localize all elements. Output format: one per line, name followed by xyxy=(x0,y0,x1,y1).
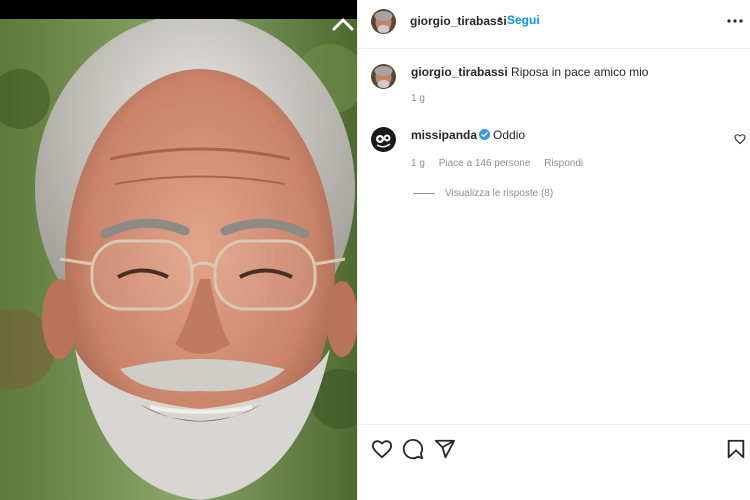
post-photo-panel xyxy=(0,0,357,500)
post-header: giorgio_tirabassi • Segui xyxy=(358,0,750,49)
comment-likes[interactable]: Piace a 146 persone xyxy=(439,158,531,169)
author-avatar[interactable] xyxy=(371,9,396,34)
comment-time[interactable]: 1 g xyxy=(411,93,425,104)
comment-meta: 1 g Piace a 146 persone Rispondi xyxy=(411,158,594,169)
comment-body: giorgio_tirabassi Riposa in pace amico m… xyxy=(411,65,648,79)
comment-username[interactable]: giorgio_tirabassi xyxy=(411,65,508,79)
view-replies-label: Visualizza le risposte (8) xyxy=(445,188,554,199)
share-button[interactable] xyxy=(434,438,456,460)
author-username[interactable]: giorgio_tirabassi xyxy=(410,14,507,28)
follow-button[interactable]: Segui xyxy=(507,13,540,27)
comment-avatar[interactable] xyxy=(371,127,396,152)
comment-button[interactable] xyxy=(402,438,424,460)
comment-body: missipanda Oddio xyxy=(411,128,525,142)
post-action-bar xyxy=(358,424,750,474)
comment-icon xyxy=(402,438,424,460)
comment-avatar[interactable] xyxy=(371,64,396,89)
comment-like-heart-icon[interactable] xyxy=(734,133,746,145)
comment-time[interactable]: 1 g xyxy=(411,158,425,169)
reply-button[interactable]: Rispondi xyxy=(544,158,583,169)
save-button[interactable] xyxy=(725,438,747,460)
replies-divider xyxy=(413,192,435,194)
comment-text: Oddio xyxy=(493,128,526,142)
post-photo xyxy=(0,19,357,500)
bookmark-icon xyxy=(727,439,745,459)
view-replies-button[interactable]: Visualizza le risposte (8) xyxy=(413,188,553,199)
send-icon xyxy=(434,439,456,459)
like-button[interactable] xyxy=(371,438,393,460)
chevron-up-icon[interactable] xyxy=(330,14,356,34)
comment-username[interactable]: missipanda xyxy=(411,128,477,142)
photo-top-bar xyxy=(0,0,357,19)
heart-icon xyxy=(371,440,393,459)
post-side-panel: giorgio_tirabassi • Segui giorgio_tiraba… xyxy=(357,0,750,500)
verified-badge-icon xyxy=(479,129,491,140)
comment-text: Riposa in pace amico mio xyxy=(511,65,649,79)
more-horizontal-icon[interactable] xyxy=(726,15,744,27)
separator-dot: • xyxy=(498,12,503,26)
